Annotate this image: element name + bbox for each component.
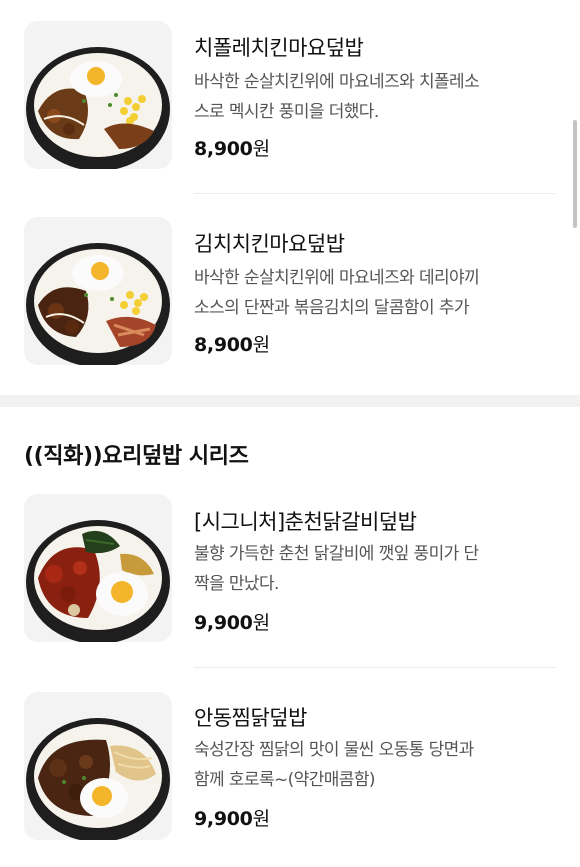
price-currency: 원 xyxy=(252,138,270,160)
section-separator xyxy=(0,395,580,407)
menu-item-price: 9,900원 xyxy=(194,608,270,635)
description-line: 바삭한 순살치킨위에 마요네즈와 데리야끼 xyxy=(194,268,480,288)
scrollbar[interactable] xyxy=(573,120,577,228)
price-value: 9,900 xyxy=(194,808,253,830)
description-line: 소스의 단짠과 볶음김치의 달콤함이 추가 xyxy=(194,298,470,318)
description-line: 바삭한 순살치킨위에 마요네즈와 치폴레소 xyxy=(194,72,480,92)
menu-item-description: 숙성간장 찜닭의 맛이 물씬 오동통 당면과 함께 호로록~(약간매콤함) xyxy=(194,735,554,795)
price-value: 8,900 xyxy=(194,138,253,160)
menu-item-description: 바삭한 순살치킨위에 마요네즈와 치폴레소 스로 멕시칸 풍미을 더했다. xyxy=(194,67,554,127)
item-divider xyxy=(194,193,556,194)
menu-item-image xyxy=(24,217,172,365)
description-line: 스로 멕시칸 풍미을 더했다. xyxy=(194,102,379,122)
price-currency: 원 xyxy=(252,808,270,830)
menu-item-name: 치폴레치킨마요덮밥 xyxy=(194,36,364,60)
menu-item-price: 9,900원 xyxy=(194,804,270,831)
price-currency: 원 xyxy=(252,612,270,634)
menu-item-description: 불향 가득한 춘천 닭갈비에 깻잎 풍미가 단 짝을 만났다. xyxy=(194,539,554,599)
menu-item[interactable]: 치폴레치킨마요덮밥 바삭한 순살치킨위에 마요네즈와 치폴레소 스로 멕시칸 풍… xyxy=(0,0,580,170)
menu-item[interactable]: [시그니처]춘천닭갈비덮밥 불향 가득한 춘천 닭갈비에 깻잎 풍미가 단 짝을… xyxy=(0,472,580,642)
menu-item-name: [시그니처]춘천닭갈비덮밥 xyxy=(194,510,417,534)
menu-item-description: 바삭한 순살치킨위에 마요네즈와 데리야끼 소스의 단짠과 볶음김치의 달콤함이… xyxy=(194,263,554,323)
price-currency: 원 xyxy=(252,334,270,356)
menu-item-image xyxy=(24,21,172,169)
description-line: 불향 가득한 춘천 닭갈비에 깻잎 풍미가 단 xyxy=(194,544,479,564)
description-line: 숙성간장 찜닭의 맛이 물씬 오동통 당면과 xyxy=(194,740,474,760)
price-value: 9,900 xyxy=(194,612,253,634)
section-title: ((직화))요리덮밥 시리즈 xyxy=(24,444,249,469)
description-line: 함께 호로록~(약간매콤함) xyxy=(194,770,376,790)
item-divider xyxy=(194,667,556,668)
menu-item[interactable]: 김치치킨마요덮밥 바삭한 순살치킨위에 마요네즈와 데리야끼 소스의 단짠과 볶… xyxy=(0,196,580,366)
price-value: 8,900 xyxy=(194,334,253,356)
menu-item-image xyxy=(24,494,172,642)
menu-item-name: 김치치킨마요덮밥 xyxy=(194,232,345,256)
menu-item-price: 8,900원 xyxy=(194,330,270,357)
menu-item-image xyxy=(24,692,172,840)
menu-item-name: 안동찜닭덮밥 xyxy=(194,706,307,730)
menu-item[interactable]: 안동찜닭덮밥 숙성간장 찜닭의 맛이 물씬 오동통 당면과 함께 호로록~(약간… xyxy=(0,670,580,840)
description-line: 짝을 만났다. xyxy=(194,574,279,594)
menu-item-price: 8,900원 xyxy=(194,134,270,161)
